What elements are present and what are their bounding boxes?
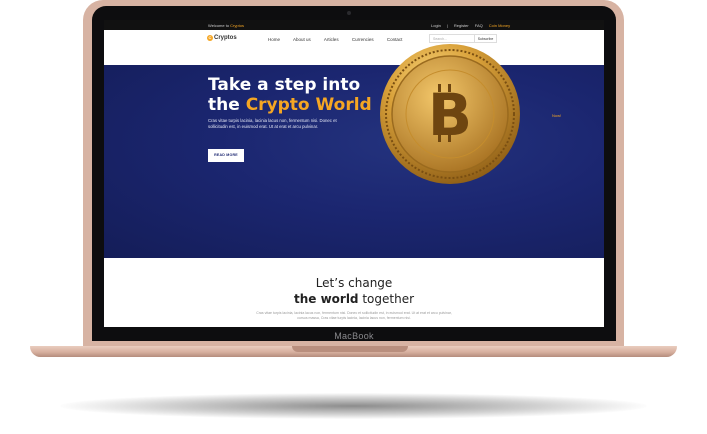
laptop-notch <box>292 346 408 352</box>
site-logo[interactable]: C Cryptos <box>207 35 237 41</box>
welcome-prefix: Welcome to <box>208 23 230 28</box>
nav-articles[interactable]: Articles <box>324 37 339 42</box>
nav-currencies[interactable]: Currencies <box>352 37 374 42</box>
logo-coin-icon: C <box>207 35 213 41</box>
hero-title: Take a step into the Crypto World <box>208 75 372 115</box>
bitcoin-coin-icon: B <box>380 44 520 184</box>
screen: Welcome to Cryptos Login | Register FAQ Coin… <box>104 20 604 327</box>
register-link[interactable]: Register <box>454 23 469 28</box>
nav-about-us[interactable]: About us <box>293 37 311 42</box>
hero-title-line1: Take a step into <box>208 75 361 95</box>
section-heading-line2: the world together <box>104 292 604 306</box>
hero-title-line2: the Crypto World <box>208 95 372 115</box>
section-text: Cras vitae turpis lacinia, lacinia lacus… <box>256 311 452 320</box>
section-heading-line1: Let’s change <box>315 276 393 290</box>
hero-title-prefix: the <box>208 95 240 115</box>
top-bar: Welcome to Cryptos Login | Register FAQ Coin… <box>104 20 604 30</box>
device-label: MacBook <box>334 331 374 341</box>
logo-text: Cryptos <box>214 35 237 41</box>
nav-home[interactable]: Home <box>268 37 280 42</box>
link-separator: | <box>446 23 448 28</box>
login-link[interactable]: Login <box>431 23 441 28</box>
section-heading-rest: together <box>362 292 415 306</box>
section-heading-bold: the world <box>293 292 359 306</box>
intro-section: Let’s change the world together Cras vit… <box>104 258 604 327</box>
welcome-text: Welcome to Cryptos <box>208 23 244 28</box>
faq-link[interactable]: FAQ <box>475 23 483 28</box>
hero-description: Cras vitae turpis lacinia, lacinia lacus… <box>208 118 337 129</box>
welcome-brand: Cryptos <box>230 23 244 28</box>
hero-title-accent: Crypto World <box>245 95 372 115</box>
coin-money-link[interactable]: Coin Money <box>489 23 510 28</box>
read-more-button[interactable]: READ MORE <box>208 149 244 162</box>
top-links: Login | Register FAQ Coin Money <box>431 23 516 28</box>
navbar <box>104 30 604 65</box>
hero-side-label: Now! <box>552 113 562 118</box>
laptop-shadow <box>60 393 647 419</box>
camera-icon <box>347 11 351 15</box>
